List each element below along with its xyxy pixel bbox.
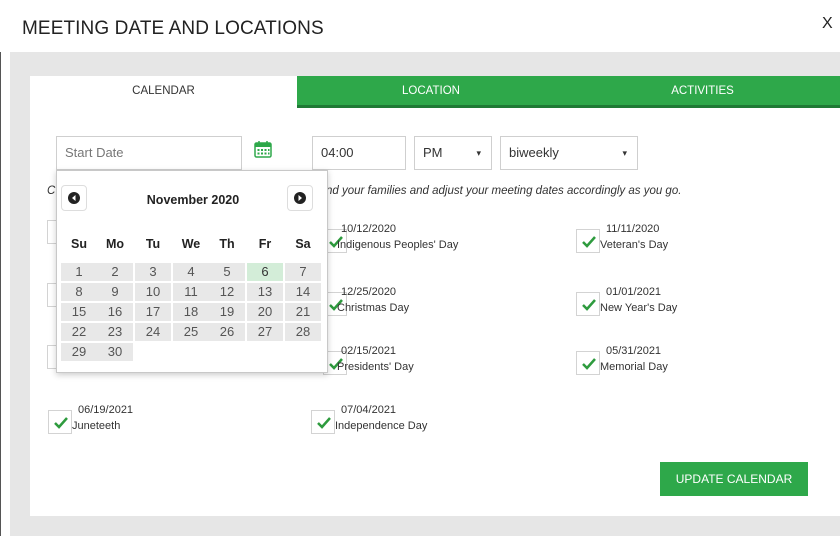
datepicker-day[interactable]: 16 <box>97 303 133 321</box>
holiday-date: 12/25/2020 <box>341 286 397 298</box>
datepicker-day[interactable]: 21 <box>285 303 321 321</box>
frequency-value: biweekly <box>509 145 559 160</box>
modal-title: MEETING DATE AND LOCATIONS <box>22 18 324 39</box>
datepicker-day[interactable]: 22 <box>61 323 97 341</box>
datepicker-day[interactable]: 10 <box>135 283 171 301</box>
info-text-prefix: C <box>47 185 56 197</box>
datepicker-day[interactable]: 24 <box>135 323 171 341</box>
caret-down-icon: ▾ <box>622 148 627 158</box>
datepicker-day[interactable]: 27 <box>247 323 283 341</box>
ampm-value: PM <box>423 145 443 160</box>
holiday-name: Christmas Day <box>337 302 410 314</box>
holiday-name: Juneteeth <box>72 420 121 432</box>
datepicker-dow-header: Th <box>219 237 235 251</box>
holiday-date: 10/12/2020 <box>341 223 397 235</box>
window-edge <box>0 52 10 536</box>
datepicker-day[interactable]: 28 <box>285 323 321 341</box>
close-button[interactable]: X <box>822 15 833 33</box>
holiday-name: New Year's Day <box>600 302 678 314</box>
datepicker-day[interactable]: 17 <box>135 303 171 321</box>
checkmark-icon <box>582 236 596 248</box>
checkmark-icon <box>54 417 68 429</box>
info-text: nd your families and adjust your meeting… <box>326 185 682 197</box>
datepicker-dow-header: Su <box>71 237 87 251</box>
datepicker-day[interactable]: 5 <box>209 263 245 281</box>
datepicker-day[interactable]: 8 <box>61 283 97 301</box>
time-input[interactable]: 04:00 <box>312 136 406 170</box>
datepicker-popup: November 2020 Su Mo Tu We Th Fr Sa 1 2 3 4 5 6 7 8 9 10… <box>56 170 328 373</box>
datepicker-day[interactable]: 11 <box>173 283 209 301</box>
frequency-select[interactable]: biweekly ▾ <box>500 136 638 170</box>
caret-down-icon: ▾ <box>476 148 481 158</box>
holiday-name: Veteran's Day <box>600 239 669 251</box>
datepicker-dow-header: Mo <box>105 237 125 251</box>
holiday-date: 11/11/2020 <box>606 223 660 235</box>
datepicker-day[interactable]: 23 <box>97 323 133 341</box>
holiday-checkbox[interactable] <box>48 410 72 434</box>
datepicker-dow-header: Fr <box>258 237 272 251</box>
datepicker-day[interactable]: 19 <box>209 303 245 321</box>
checkmark-icon <box>582 299 596 311</box>
calendar-icon[interactable] <box>254 140 272 158</box>
datepicker-day[interactable]: 15 <box>61 303 97 321</box>
datepicker-day[interactable]: 12 <box>209 283 245 301</box>
holiday-name: Presidents' Day <box>337 361 414 373</box>
modal-header: MEETING DATE AND LOCATIONS X <box>0 0 840 52</box>
datepicker-dow-header: We <box>181 237 201 251</box>
ampm-select[interactable]: PM ▾ <box>414 136 492 170</box>
holiday-date: 05/31/2021 <box>606 345 662 357</box>
tab-bar: CALENDAR LOCATION ACTIVITIES <box>30 76 840 108</box>
holiday-date: 02/15/2021 <box>341 345 397 357</box>
holiday-date: 06/19/2021 <box>78 404 134 416</box>
datepicker-day[interactable]: 18 <box>173 303 209 321</box>
start-date-input[interactable]: Start Date <box>56 136 242 170</box>
holiday-name: Indigenous Peoples' Day <box>337 239 459 251</box>
datepicker-day[interactable]: 29 <box>61 343 97 361</box>
update-calendar-button[interactable]: UPDATE CALENDAR <box>660 462 808 496</box>
holiday-name: Independence Day <box>335 420 428 432</box>
tab-location[interactable]: LOCATION <box>297 76 565 108</box>
datepicker-day[interactable]: 3 <box>135 263 171 281</box>
datepicker-day[interactable]: 1 <box>61 263 97 281</box>
datepicker-day[interactable]: 26 <box>209 323 245 341</box>
datepicker-day[interactable]: 2 <box>97 263 133 281</box>
datepicker-day[interactable]: 25 <box>173 323 209 341</box>
tab-activities[interactable]: ACTIVITIES <box>565 76 840 108</box>
holiday-name: Memorial Day <box>600 361 668 373</box>
holiday-date: 07/04/2021 <box>341 404 397 416</box>
next-month-button[interactable] <box>287 185 313 211</box>
datepicker-dow-header: Tu <box>145 237 161 251</box>
datepicker-day[interactable]: 7 <box>285 263 321 281</box>
tab-calendar[interactable]: CALENDAR <box>30 76 297 108</box>
holiday-checkbox[interactable] <box>576 229 600 253</box>
datepicker-day[interactable]: 30 <box>97 343 133 361</box>
datepicker-day[interactable]: 20 <box>247 303 283 321</box>
holiday-checkbox[interactable] <box>576 292 600 316</box>
datepicker-day[interactable]: 9 <box>97 283 133 301</box>
holiday-checkbox[interactable] <box>311 410 335 434</box>
holiday-date: 01/01/2021 <box>606 286 662 298</box>
checkmark-icon <box>582 358 596 370</box>
datepicker-day[interactable]: 4 <box>173 263 209 281</box>
checkmark-icon <box>317 417 331 429</box>
datepicker-day[interactable]: 13 <box>247 283 283 301</box>
datepicker-dow-header: Sa <box>295 237 311 251</box>
datepicker-day[interactable]: 6 <box>247 263 283 281</box>
datepicker-day[interactable]: 14 <box>285 283 321 301</box>
chevron-right-icon <box>294 192 306 204</box>
holiday-checkbox[interactable] <box>576 351 600 375</box>
